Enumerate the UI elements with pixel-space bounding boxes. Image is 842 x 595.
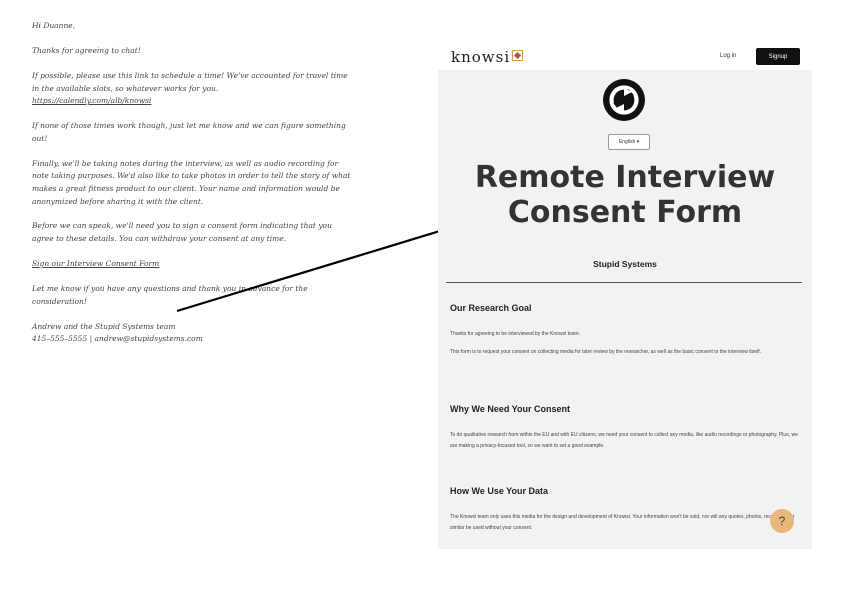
why-consent-text: To do qualitative research from within t… (450, 432, 798, 449)
email-paragraph-6: Let me know if you have any questions an… (32, 284, 308, 306)
research-goal-text-2: This form is to request your consent on … (450, 349, 761, 355)
organization-name: Stupid Systems (593, 259, 657, 269)
page-title: Remote Interview Consent Form (438, 160, 812, 230)
email-paragraph-2-text: If possible, please use this link to sch… (32, 70, 348, 93)
email-paragraph-3: If none of those times work though, just… (32, 121, 346, 143)
knowsi-circle-arrows-icon (603, 79, 645, 121)
section-heading-why-consent: Why We Need Your Consent (450, 404, 571, 414)
email-paragraph-1: Thanks for agreeing to chat! (32, 45, 141, 55)
site-header: knowsi Log in Signup (438, 44, 812, 70)
consent-form-link[interactable]: Sign our Interview Consent Form (32, 259, 159, 268)
research-goal-text-1: Thanks for agreeing to be interviewed by… (450, 331, 581, 337)
data-use-text: The Knowsi team only uses this media for… (450, 514, 795, 531)
email-paragraph-2: If possible, please use this link to sch… (32, 70, 352, 108)
calendly-link[interactable]: https://calendly.com/alb/knowsi (32, 96, 151, 105)
site-logo[interactable]: knowsi (451, 48, 524, 66)
email-body: Hi Duanne, Thanks for agreeing to chat! … (32, 20, 352, 358)
email-paragraph-5: Before we can speak, we'll need you to s… (32, 221, 332, 244)
signature-name: Andrew and the Stupid Systems team (32, 321, 176, 331)
section-heading-data-use: How We Use Your Data (450, 486, 549, 496)
login-link[interactable]: Log in (720, 53, 736, 59)
knowsi-logo-mark-icon (512, 50, 524, 61)
email-signature: Andrew and the Stupid Systems team 415–5… (32, 321, 352, 346)
page-title-line-1: Remote Interview (474, 160, 776, 195)
form-content: English ▾ Remote Interview Consent Form … (438, 70, 812, 549)
section-heading-research-goal: Our Research Goal (450, 303, 532, 313)
page-title-line-2: Consent Form (507, 195, 743, 230)
email-paragraph-4: Finally, we'll be taking notes during th… (32, 158, 351, 206)
divider (446, 282, 802, 283)
help-button[interactable]: ? (770, 509, 794, 533)
consent-form-page: knowsi Log in Signup English ▾ Remote In… (438, 44, 812, 549)
email-consent-paragraph: Sign our Interview Consent Form (32, 258, 352, 271)
email-greeting: Hi Duanne, (32, 21, 76, 30)
signature-contact: 415–555–5555 | andrew@stupidsystems.com (32, 334, 203, 344)
logo-text: knowsi (451, 48, 511, 66)
signup-button[interactable]: Signup (756, 48, 800, 65)
language-select[interactable]: English ▾ (608, 134, 650, 150)
